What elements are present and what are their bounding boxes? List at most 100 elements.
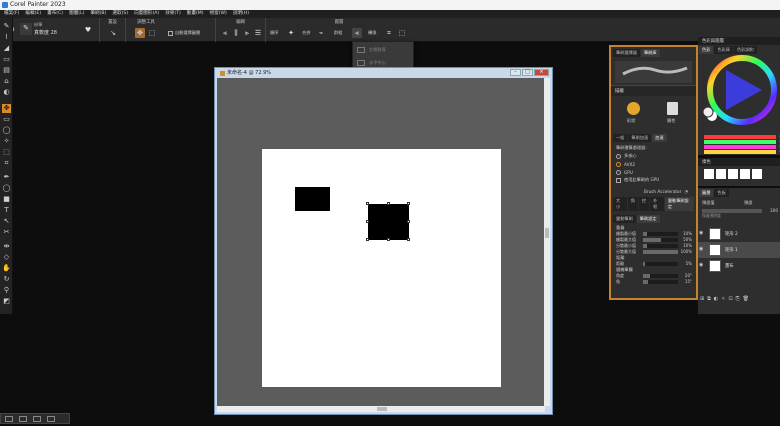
tab-layers[interactable]: 圖層	[699, 189, 714, 197]
effects-icon[interactable]: ✧	[721, 296, 725, 302]
tab-color-sets[interactable]: 色彩庫	[714, 46, 733, 54]
close-button[interactable]: ×	[534, 69, 549, 76]
pen-tool-icon[interactable]: ✒	[2, 173, 11, 182]
menu-select[interactable]: 選取(S)	[112, 10, 128, 18]
swatch[interactable]	[716, 169, 726, 179]
palette-icon[interactable]	[47, 416, 55, 422]
transform-handle[interactable]	[407, 238, 410, 241]
brush-variant[interactable]: 真軟度 28	[34, 29, 57, 36]
mask-icon[interactable]: ◐	[714, 296, 718, 302]
duplicate-icon[interactable]: ⎘	[736, 296, 740, 302]
collect-label[interactable]: 群組	[334, 30, 342, 36]
composite-select[interactable]: 預設	[744, 200, 752, 206]
canvas-paper[interactable]	[262, 149, 501, 387]
scroll-thumb[interactable]	[377, 407, 387, 411]
calculator-icon[interactable]	[667, 102, 678, 115]
tab-channels[interactable]: 色板	[714, 189, 729, 197]
tab-color[interactable]: 色彩	[699, 46, 714, 54]
order-label[interactable]: 順序	[270, 30, 278, 36]
menu-layers[interactable]: 圖層(L)	[69, 10, 84, 18]
menu-effects[interactable]: 效果(T)	[165, 10, 181, 18]
tab-angle[interactable]: 角	[627, 197, 638, 211]
mirror-tool-icon[interactable]: ⇹	[2, 242, 11, 251]
menu-brushes[interactable]: 筆刷(B)	[90, 10, 106, 18]
group-layer-icon[interactable]: ⧉	[707, 296, 711, 302]
align-left-icon[interactable]: ⫷	[220, 28, 230, 38]
magic-wand-tool-icon[interactable]: ✧	[2, 137, 11, 146]
tab-brush-accel[interactable]: 筆刷加速	[628, 134, 652, 142]
tab-brush-selector[interactable]: 筆刷選擇器	[613, 49, 640, 57]
eye-icon[interactable]: ◉	[699, 230, 707, 238]
tab-size[interactable]: 大小	[613, 197, 627, 211]
opt-multicore[interactable]: 多核心	[611, 152, 696, 160]
align-dropdown-icon[interactable]: ⫷	[352, 28, 362, 38]
minimize-button[interactable]: –	[510, 69, 521, 76]
tab-outline[interactable]: 外框	[650, 197, 664, 211]
color-swatch-icon[interactable]: ◩	[2, 297, 11, 306]
rotate-page-tool-icon[interactable]: ↻	[2, 275, 11, 284]
blend-mode-select[interactable]: 預設值	[702, 200, 715, 206]
canvas-area[interactable]	[217, 78, 545, 406]
grabber-tool-icon[interactable]: ✋	[2, 264, 11, 273]
transform-handle[interactable]	[407, 220, 410, 223]
horizontal-scrollbar[interactable]	[217, 406, 545, 412]
channel-slider[interactable]: 0	[704, 139, 780, 144]
stamp-tool-icon[interactable]: ⌂	[2, 77, 11, 86]
vertical-scrollbar[interactable]	[544, 78, 550, 406]
align-right-icon[interactable]: ⫸	[242, 28, 252, 38]
menu-window[interactable]: 視窗(W)	[210, 10, 227, 18]
maximize-button[interactable]: □	[522, 69, 533, 76]
grid-icon[interactable]: ⌗	[384, 28, 394, 38]
rectangle-shape-1[interactable]	[368, 204, 409, 240]
check-icon[interactable]	[616, 169, 621, 175]
tab-color-harmony[interactable]: 色彩調和	[733, 46, 757, 54]
eraser-tool-icon[interactable]: ▭	[2, 55, 11, 64]
selection-adjust-tool-icon[interactable]: ⬚	[2, 148, 11, 157]
move-tool-icon[interactable]: ✥	[135, 28, 145, 38]
menu-movie[interactable]: 動畫(M)	[187, 10, 204, 18]
scroll-thumb[interactable]	[545, 228, 549, 238]
scissors-tool-icon[interactable]: ✂	[2, 228, 11, 237]
brush-icon[interactable]: ✎	[20, 23, 32, 35]
tab-brush-settings[interactable]: 筆刷設定	[636, 215, 660, 223]
brush-accelerator[interactable]: Brush Accelerator ◔	[611, 187, 696, 195]
magnifier-tool-icon[interactable]: ⚲	[2, 286, 11, 295]
menu-help[interactable]: 說明(H)	[233, 10, 249, 18]
fill-tool-icon[interactable]: ◢	[2, 44, 11, 53]
transform-tool-icon[interactable]: ⬚	[147, 28, 157, 38]
align-center-icon[interactable]: ⫼	[231, 28, 241, 38]
eye-icon[interactable]: ◉	[699, 262, 707, 270]
layer-adjust-tool-icon[interactable]: ✥	[2, 104, 11, 113]
opt-brush-gpu[interactable]: 使用此筆刷的 GPU	[611, 176, 696, 184]
swatch[interactable]	[728, 169, 738, 179]
opt-gpu[interactable]: GPU	[611, 168, 696, 176]
palette-icon[interactable]	[19, 416, 27, 422]
check-icon[interactable]	[616, 153, 621, 159]
shape-select-tool-icon[interactable]: ↖	[2, 217, 11, 226]
tab-brush-library[interactable]: 筆刷庫	[640, 49, 660, 57]
convert-label[interactable]: 轉換	[368, 30, 376, 36]
lock-icon[interactable]: ⊡	[728, 296, 732, 302]
tab-dynamic[interactable]: 靈動筆刷	[613, 215, 636, 223]
palette-icon[interactable]	[33, 416, 41, 422]
dropper-tool-icon[interactable]: ⌇	[2, 33, 11, 42]
menu-edit[interactable]: 編輯(E)	[25, 10, 41, 18]
auto-select-checkbox[interactable]	[168, 31, 173, 36]
layer-row[interactable]: ◉ 畫布	[698, 258, 780, 274]
transform-handle[interactable]	[407, 202, 410, 205]
blend-tool-icon[interactable]: ◐	[2, 88, 11, 97]
delete-icon[interactable]: 🗑	[743, 296, 749, 302]
tab-accel[interactable]: 加速	[652, 134, 667, 142]
tab-dynamic-settings[interactable]: 靈動筆刷設定	[664, 197, 694, 211]
transform-handle[interactable]	[387, 238, 390, 241]
rectangle-shape-2[interactable]	[295, 187, 330, 211]
check-icon[interactable]	[616, 161, 621, 167]
slider-row[interactable]: 角 15°	[615, 279, 692, 285]
channel-slider[interactable]: 0	[704, 134, 780, 139]
combine-label[interactable]: 合併	[302, 30, 310, 36]
checkbox-icon[interactable]	[616, 177, 621, 183]
rectangle-tool-icon[interactable]: ■	[2, 195, 11, 204]
opacity-value[interactable]: 100	[770, 208, 778, 213]
brush-category[interactable]: 粉筆	[34, 22, 42, 28]
new-layer-icon[interactable]: ⊞	[700, 296, 704, 302]
